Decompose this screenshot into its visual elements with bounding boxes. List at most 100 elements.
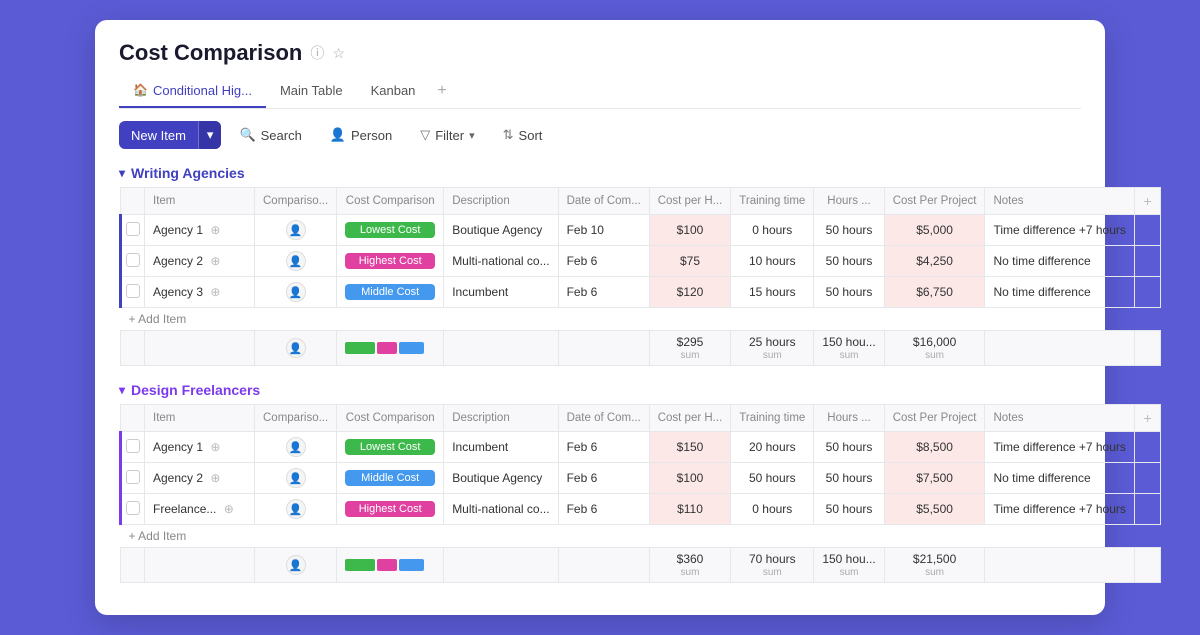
sum-hours-label: sum [840,350,859,361]
avatar: 👤 [286,499,306,519]
search-button[interactable]: 🔍 Search [229,122,311,148]
tab-main-table[interactable]: Main Table [266,77,357,108]
col-plus-writing[interactable]: + [1135,188,1160,215]
row-description: Multi-national co... [444,494,558,525]
sum-hours: 150 hou...sum [814,548,884,583]
row-date: Feb 6 [558,246,649,277]
badge-middle: Middle Cost [345,470,435,486]
section-design-header[interactable]: ▾ Design Freelancers [119,382,1081,398]
add-item-row[interactable]: + Add Item [121,525,1161,548]
col-cost-per-proj-writing: Cost Per Project [884,188,985,215]
section-writing-header[interactable]: ▾ Writing Agencies [119,165,1081,181]
row-item: Agency 3 ⊕ [145,277,255,308]
col-date-design: Date of Com... [558,405,649,432]
row-plus [1135,494,1160,525]
row-item: Agency 1 ⊕ [145,215,255,246]
col-notes-design: Notes [985,405,1135,432]
add-person-icon[interactable]: ⊕ [210,285,220,299]
row-cost-comparison: Highest Cost [337,494,444,525]
row-date: Feb 6 [558,432,649,463]
sum-cost-per-h: $295sum [649,331,731,366]
sum-cost-per-proj: $21,500sum [884,548,985,583]
row-date: Feb 10 [558,215,649,246]
add-person-icon[interactable]: ⊕ [210,254,220,268]
item-name: Agency 3 [153,285,203,299]
new-item-button[interactable]: New Item ▾ [119,121,221,149]
row-cost-comparison: Lowest Cost [337,432,444,463]
add-person-icon[interactable]: ⊕ [210,223,220,237]
sum-item [145,331,255,366]
tab-conditional[interactable]: 🏠 Conditional Hig... [119,77,266,108]
person-button[interactable]: 👤 Person [320,122,402,148]
add-person-icon[interactable]: ⊕ [210,471,220,485]
add-person-icon[interactable]: ⊕ [210,440,220,454]
col-description-design: Description [444,405,558,432]
table-row: Agency 1 ⊕ 👤 Lowest Cost Boutique Agency… [121,215,1161,246]
row-item: Agency 1 ⊕ [145,432,255,463]
sum-desc [444,331,558,366]
sum-date [558,331,649,366]
avatar: 👤 [286,338,306,358]
row-training: 15 hours [731,277,814,308]
row-date: Feb 6 [558,463,649,494]
add-item-row[interactable]: + Add Item [121,308,1161,331]
row-cost-per-h: $150 [649,432,731,463]
row-checkbox[interactable] [121,432,145,463]
row-description: Incumbent [444,277,558,308]
sort-icon: ⇅ [503,127,514,143]
summary-row: 👤 $295sum 25 hourssum 150 hou...sum $16,… [121,331,1161,366]
row-notes: Time difference +7 hours [985,494,1135,525]
avatar: 👤 [286,220,306,240]
sum-avatar: 👤 [255,331,337,366]
row-checkbox[interactable] [121,215,145,246]
sum-training-val: 25 hours [739,335,805,349]
row-training: 50 hours [731,463,814,494]
filter-button[interactable]: ▽ Filter ▾ [410,122,484,148]
add-item-label[interactable]: + Add Item [121,525,1161,548]
chevron-down-icon-design: ▾ [119,383,125,397]
row-checkbox[interactable] [121,246,145,277]
avatar: 👤 [286,468,306,488]
add-person-icon[interactable]: ⊕ [224,502,234,516]
info-icon[interactable]: ⓘ [310,43,324,63]
row-notes: Time difference +7 hours [985,432,1135,463]
col-plus-design[interactable]: + [1135,405,1160,432]
row-checkbox[interactable] [121,277,145,308]
star-icon[interactable]: ☆ [332,45,345,62]
row-plus [1135,432,1160,463]
row-comparison: 👤 [255,432,337,463]
writing-table-header: Item Compariso... Cost Comparison Descri… [121,188,1161,215]
section-design-freelancers: ▾ Design Freelancers Item Compariso... C… [119,382,1081,583]
col-training-writing: Training time [731,188,814,215]
row-checkbox[interactable] [121,494,145,525]
sum-plus [1135,331,1160,366]
col-check-writing [121,188,145,215]
col-cost-per-proj-design: Cost Per Project [884,405,985,432]
row-cost-comparison: Highest Cost [337,246,444,277]
col-item-design: Item [145,405,255,432]
row-comparison: 👤 [255,277,337,308]
new-item-dropdown-arrow[interactable]: ▾ [198,121,222,149]
row-cost-per-proj: $5,000 [884,215,985,246]
badge-lowest: Lowest Cost [345,439,435,455]
sum-training-label: sum [763,350,782,361]
row-cost-per-proj: $7,500 [884,463,985,494]
badge-highest: Highest Cost [345,253,435,269]
sum-cost-per-h: $360sum [649,548,731,583]
row-comparison: 👤 [255,494,337,525]
add-item-label[interactable]: + Add Item [121,308,1161,331]
sum-proj-val: $16,000 [893,335,977,349]
row-cost-per-proj: $4,250 [884,246,985,277]
sort-button[interactable]: ⇅ Sort [493,122,553,148]
row-item: Agency 2 ⊕ [145,463,255,494]
row-cost-comparison: Middle Cost [337,277,444,308]
tab-add-button[interactable]: + [429,76,454,108]
row-training: 20 hours [731,432,814,463]
color-block [377,559,397,571]
table-row: Agency 2 ⊕ 👤 Middle Cost Boutique Agency… [121,463,1161,494]
col-notes-writing: Notes [985,188,1135,215]
row-checkbox[interactable] [121,463,145,494]
tab-kanban[interactable]: Kanban [357,77,430,108]
sum-hours: 150 hou...sum [814,331,884,366]
col-date-writing: Date of Com... [558,188,649,215]
